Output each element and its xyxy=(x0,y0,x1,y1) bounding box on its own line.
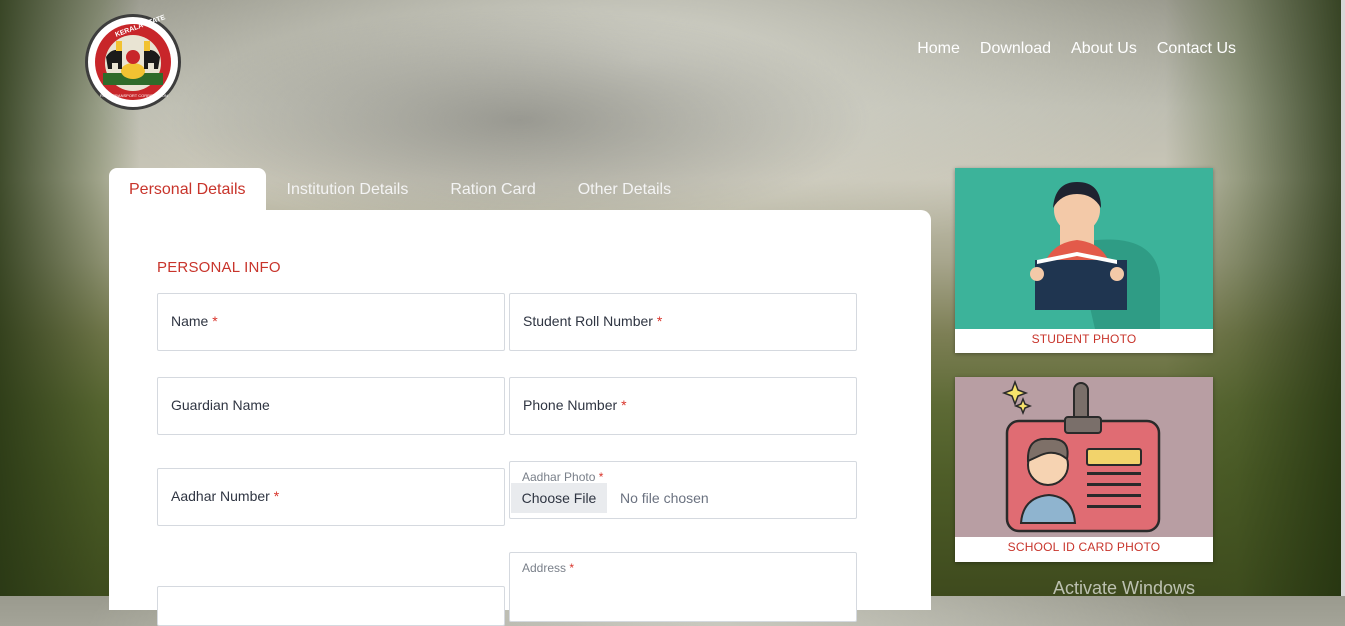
choose-file-button[interactable]: Choose File xyxy=(511,483,607,513)
top-nav: Home Download About Us Contact Us xyxy=(917,40,1236,58)
guardian-name-label: Guardian Name xyxy=(171,397,270,413)
required-mark: * xyxy=(598,470,604,484)
name-label: Name xyxy=(171,313,209,329)
nav-home[interactable]: Home xyxy=(917,40,960,58)
form-card: PERSONAL INFO Name * Student Roll Number… xyxy=(109,210,931,626)
phone-number-label: Phone Number xyxy=(523,397,618,413)
aadhar-photo-label: Aadhar Photo xyxy=(522,470,596,484)
guardian-name-field[interactable]: Guardian Name xyxy=(157,377,505,435)
nav-contact-us[interactable]: Contact Us xyxy=(1157,40,1236,58)
nav-about-us[interactable]: About Us xyxy=(1071,40,1137,58)
id-card-photo-caption: SCHOOL ID CARD PHOTO xyxy=(1007,540,1161,554)
address-label: Address xyxy=(522,561,567,575)
tab-other-details[interactable]: Other Details xyxy=(557,168,692,210)
tab-personal-details[interactable]: Personal Details xyxy=(109,168,266,210)
required-mark: * xyxy=(656,313,663,329)
aadhar-number-field[interactable]: Aadhar Number * xyxy=(157,468,505,526)
tab-ration-card[interactable]: Ration Card xyxy=(429,168,556,210)
empty-field[interactable] xyxy=(157,586,505,626)
ksrtc-logo[interactable]: KERALA STATE ROAD TRANSPORT CORPORATION xyxy=(85,14,181,110)
tab-institution-details[interactable]: Institution Details xyxy=(266,168,430,210)
form-tabs: Personal Details Institution Details Rat… xyxy=(109,168,692,210)
address-field[interactable]: Address * xyxy=(509,552,857,622)
student-photo-upload[interactable]: STUDENT PHOTO xyxy=(955,168,1213,353)
required-mark: * xyxy=(621,397,627,413)
section-title: PERSONAL INFO xyxy=(157,259,281,276)
nav-download[interactable]: Download xyxy=(980,40,1051,58)
no-file-text: No file chosen xyxy=(620,490,709,506)
required-mark: * xyxy=(569,561,575,575)
roll-number-label: Student Roll Number xyxy=(523,313,653,329)
logo-text-bottom: ROAD TRANSPORT CORPORATION xyxy=(100,93,168,98)
name-field[interactable]: Name * xyxy=(157,293,505,351)
roll-number-field[interactable]: Student Roll Number * xyxy=(509,293,857,351)
id-card-icon xyxy=(955,377,1213,537)
required-mark: * xyxy=(212,313,218,329)
student-photo-caption: STUDENT PHOTO xyxy=(1031,332,1137,346)
required-mark: * xyxy=(273,488,280,504)
id-card-photo-upload[interactable]: SCHOOL ID CARD PHOTO xyxy=(955,377,1213,562)
aadhar-number-label: Aadhar Number xyxy=(171,488,270,504)
scrollbar[interactable] xyxy=(1341,0,1345,596)
student-reading-icon xyxy=(955,168,1213,329)
aadhar-photo-field: Aadhar Photo * Choose File No file chose… xyxy=(509,461,857,519)
phone-number-field[interactable]: Phone Number * xyxy=(509,377,857,435)
